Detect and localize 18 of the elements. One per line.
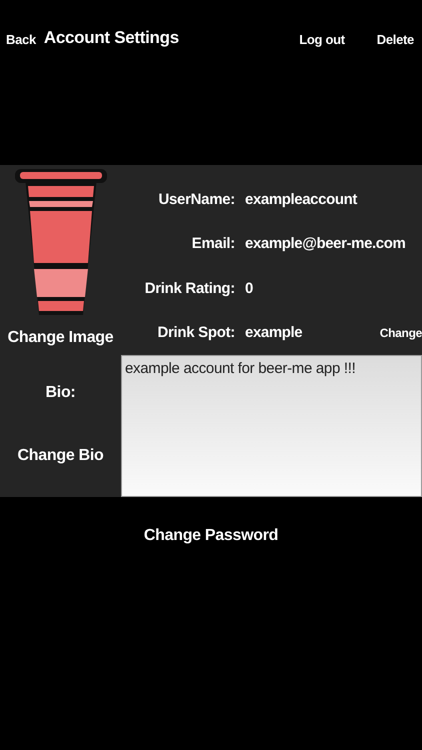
field-label: Drink Spot: (156, 324, 235, 342)
field-value: exampleaccount (245, 190, 358, 208)
field-label: Drink Rating: (144, 280, 235, 297)
field-label: Email: (190, 235, 235, 252)
logout-button[interactable]: Log out (299, 32, 345, 47)
delete-button[interactable]: Delete (376, 32, 414, 47)
field-value: example (245, 324, 304, 342)
change-bio-button[interactable]: Change Bio (18, 446, 104, 464)
bio-field[interactable]: example account for beer-me app !!! (121, 355, 422, 497)
field-value: example@beer-me.com (245, 235, 406, 252)
field-label: UserName: (157, 190, 235, 208)
page-title: Account Settings (44, 28, 180, 48)
bio-label: Bio: (46, 384, 76, 402)
change-password-button[interactable]: Change Password (144, 527, 278, 545)
field-value: 0 (245, 280, 254, 297)
change-button[interactable]: Change (380, 326, 422, 340)
change-image-button[interactable]: Change Image (8, 329, 114, 347)
back-button[interactable]: Back (6, 32, 36, 47)
